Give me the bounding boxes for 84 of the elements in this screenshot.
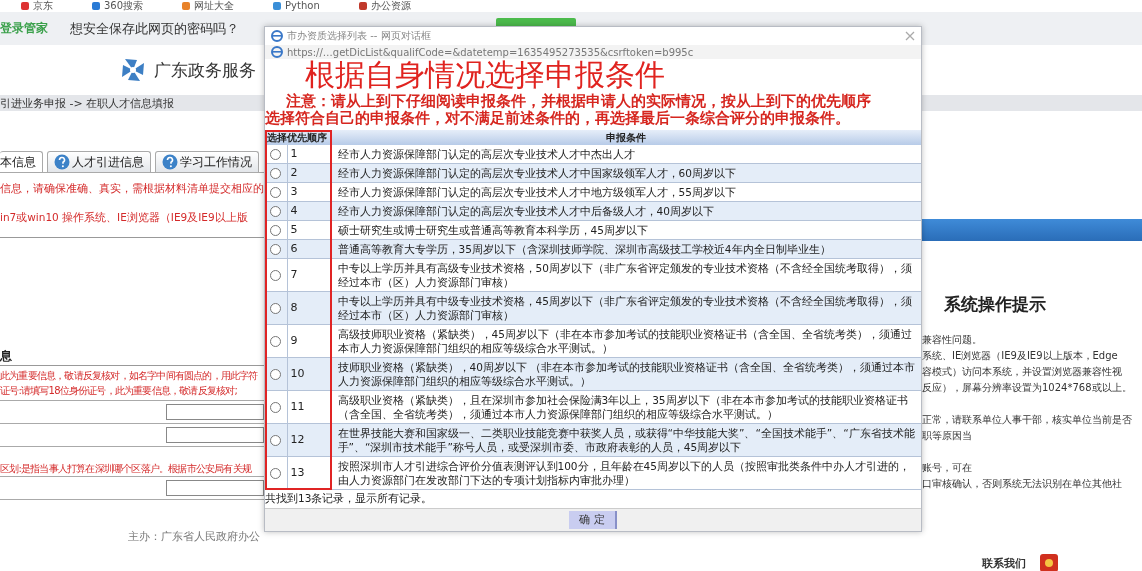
- tab[interactable]: 本信息: [0, 151, 43, 172]
- browser-icon: [271, 46, 283, 58]
- panel-title: 系统操作提示: [944, 293, 1047, 316]
- table-cell: 高级职业资格（紧缺类），且在深圳市参加社会保险满3年以上，35周岁以下（非在本市参加考试的技能职业资格证书（含全国、全省统考类），须通过本市人力资源保障部门组织的相应等级综合水平测试。）: [331, 390, 921, 424]
- table-cell: 在世界技能大赛和国家级一、二类职业技能竞赛中获奖人员，或获得“中华技能大奖”、“全国技术能手”、“广东省技术能手”、“深圳市技术能手”称号人员，或受深圳市委、市政府表彰的人员，45周岁以下: [331, 423, 921, 457]
- password-prompt: 想安全保存此网页的密码吗？: [70, 19, 239, 38]
- table-cell: 8: [287, 291, 331, 325]
- annotation-title: 根据自身情况选择申报条件: [305, 59, 665, 91]
- footer-text: 主办：广东省人民政府办公: [127, 530, 261, 544]
- brand-label: 登录管家: [0, 20, 48, 37]
- tip-text: 系统、IE浏览器（IE9及IE9以上版本，Edge: [922, 349, 1119, 363]
- radio-button[interactable]: [270, 148, 282, 160]
- radio-button[interactable]: [270, 335, 282, 347]
- emblem-icon: [120, 57, 146, 83]
- radio-button[interactable]: [270, 167, 282, 179]
- table-cell: 技师职业资格（紧缺类），40周岁以下 （非在本市参加考试的技能职业资格证书（含全国、全省统考类），须通过本市人力资源保障部门组织的相应等级综合水平测试。）: [331, 357, 921, 391]
- radio-button[interactable]: [270, 368, 282, 380]
- breadcrumb: 引进业务申报 -> 在职人才信息填报: [0, 95, 175, 111]
- radio-button[interactable]: [270, 243, 282, 255]
- table-cell: 11: [287, 390, 331, 424]
- tip-text: 容模式）访问本系统，并设置浏览器兼容性视: [922, 365, 1123, 379]
- close-button[interactable]: [905, 31, 915, 41]
- bookmark-link[interactable]: 360搜索: [91, 0, 144, 12]
- tip-text: 正常，请联系单位人事干部，核实单位当前是否: [922, 413, 1133, 427]
- radio-button[interactable]: [270, 205, 282, 217]
- notice-text: 信息，请确保准确、真实，需根据材料清单提交相应的: [0, 181, 264, 196]
- contact-link[interactable]: 联系我们: [982, 555, 1026, 571]
- bookmark-link[interactable]: 京东: [20, 0, 53, 12]
- radio-button[interactable]: [270, 467, 282, 479]
- table-cell: 中专以上学历并具有中级专业技术资格，45周岁以下（非广东省评定颁发的专业技术资格（不含经全国统考取得），须经过本市（区）人力资源部门审核）: [331, 291, 921, 325]
- notice-text: 证号:请填写18位身份证号，此为重要信息，敬请反复核对;: [0, 384, 239, 398]
- tab[interactable]: 人才引进信息: [47, 151, 151, 172]
- radio-button[interactable]: [270, 186, 282, 198]
- notice-text: 区划:是指当事人打算在深圳哪个区落户。根据市公安局有关规: [0, 461, 264, 477]
- close-icon: [905, 31, 915, 41]
- radio-button[interactable]: [270, 401, 282, 413]
- tip-text: 兼容性问题。: [922, 333, 983, 347]
- tip-text: 口审核确认，否则系统无法识别在单位其他社: [922, 477, 1123, 491]
- bookmark-icon: [272, 1, 283, 11]
- notice-text: 选择符合自己的申报条件，对不满足前述条件的，再选择最后一条综合评分的申报条件。: [265, 110, 851, 127]
- input-field[interactable]: [166, 427, 264, 443]
- bookmark-link[interactable]: Python: [272, 0, 320, 12]
- column-header: 申报条件: [331, 130, 921, 145]
- bookmark-link[interactable]: 网址大全: [181, 0, 235, 12]
- table-cell: 7: [287, 258, 331, 292]
- browser-icon: [271, 30, 283, 42]
- dialog-title: 市办资质选择列表 -- 网页对话框: [287, 29, 432, 43]
- bookmark-icon: [181, 1, 192, 11]
- table-cell: 按照深圳市人才引进综合评价分值表测评认到100分，且年龄在45周岁以下的人员（按照审批类条件中办人才引进的，由人力资源部门在发改部门下达的专项计划指标内审批办理）: [331, 456, 921, 490]
- notice-text: 注意：请从上到下仔细阅读申报条件，并根据申请人的实际情况，按从上到下的优先顺序: [285, 93, 872, 110]
- help-icon: [54, 154, 70, 170]
- notice-text: 此为重要信息，敬请反复核对，如名字中间有圆点的，用此字符: [0, 369, 259, 383]
- section-title: 息: [0, 348, 264, 366]
- bookmark-link[interactable]: 办公资源: [357, 0, 411, 12]
- confirm-button[interactable]: 确 定: [569, 511, 617, 529]
- table-cell: 5: [287, 220, 331, 240]
- table-cell: 12: [287, 423, 331, 457]
- help-icon: [162, 154, 178, 170]
- tip-text: 反应），屏幕分辨率设置为1024*768或以上。: [922, 381, 1133, 395]
- address-text: https://…getDicList&qualifCode=&datetemp=1635495273535&csrftoken=b995c: [287, 46, 694, 58]
- table-cell: 9: [287, 324, 331, 358]
- tip-text: 职等原因当: [922, 429, 973, 443]
- bookmark-icon: [20, 1, 30, 11]
- radio-button[interactable]: [270, 224, 282, 236]
- input-field[interactable]: [166, 404, 264, 420]
- bookmark-icon: [91, 1, 101, 11]
- tip-text: 账号，可在: [922, 461, 973, 475]
- emblem-icon: [1040, 554, 1058, 571]
- table-cell: 高级技师职业资格（紧缺类），45周岁以下（非在本市参加考试的技能职业资格证书（含全国、全省统考类），须通过本市人力资源保障部门组织的相应等级综合水平测试。）: [331, 324, 921, 358]
- table-cell: 中专以上学历并具有高级专业技术资格，50周岁以下（非广东省评定颁发的专业技术资格（不含经全国统考取得），须经过本市（区）人力资源部门审核）: [331, 258, 921, 292]
- table-cell: 硕士研究生或博士研究生或普通高等教育本科学历，45周岁以下: [331, 220, 921, 240]
- notice-text: in7或win10 操作系统、IE浏览器（IE9及IE9以上版: [0, 210, 249, 225]
- table-cell: 10: [287, 357, 331, 391]
- tab[interactable]: 学习工作情况: [155, 151, 259, 172]
- radio-button[interactable]: [270, 302, 282, 314]
- table-cell: 3: [287, 182, 331, 202]
- bookmark-icon: [357, 1, 368, 11]
- site-title: 广东政务服务: [154, 58, 256, 82]
- radio-button[interactable]: [270, 434, 282, 446]
- input-field[interactable]: [166, 480, 264, 496]
- table-cell: 经市人力资源保障部门认定的高层次专业技术人才中地方级领军人才，55周岁以下: [331, 182, 921, 202]
- radio-button[interactable]: [270, 269, 282, 281]
- table-cell: 经市人力资源保障部门认定的高层次专业技术人才中杰出人才: [331, 145, 921, 164]
- table-cell: 1: [287, 145, 331, 164]
